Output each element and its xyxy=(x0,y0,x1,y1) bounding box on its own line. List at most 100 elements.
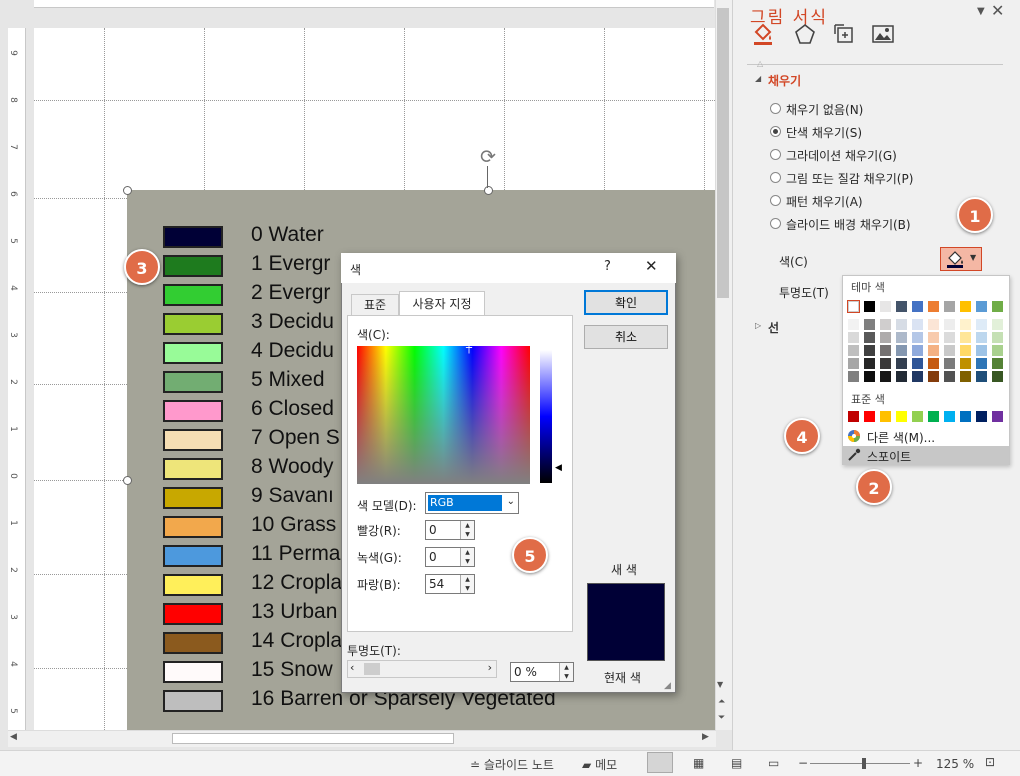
radio-picture-texture-fill[interactable] xyxy=(770,172,781,183)
theme-shade-swatch[interactable] xyxy=(992,345,1003,356)
zoom-out-icon[interactable]: − xyxy=(798,756,808,770)
zoom-slider-thumb[interactable] xyxy=(862,758,866,769)
green-spinner-icon[interactable]: ▲ ▼ xyxy=(460,548,474,566)
theme-shade-swatch[interactable] xyxy=(896,332,907,343)
slide-sorter-icon[interactable]: ▦ xyxy=(693,756,704,770)
theme-color-swatch[interactable] xyxy=(944,301,955,312)
theme-shade-swatch[interactable] xyxy=(928,345,939,356)
radio-solid-fill[interactable] xyxy=(770,126,781,137)
comments-button[interactable]: ▰ 메모 xyxy=(582,756,617,773)
theme-shade-swatch[interactable] xyxy=(944,345,955,356)
fill-color-button[interactable]: ▼ xyxy=(940,247,982,271)
scroll-right-arrow-icon[interactable]: ▶ xyxy=(702,732,709,742)
theme-shade-swatch[interactable] xyxy=(960,332,971,343)
theme-color-swatch[interactable] xyxy=(928,301,939,312)
transparency-spinner-icon[interactable]: ▲ ▼ xyxy=(559,663,573,681)
fill-section-header[interactable]: 채우기 xyxy=(768,72,801,89)
theme-color-swatch[interactable] xyxy=(847,300,860,313)
theme-shade-swatch[interactable] xyxy=(864,332,875,343)
line-section-expand-icon[interactable]: ▷ xyxy=(755,321,761,330)
dialog-help-button[interactable]: ? xyxy=(604,259,611,274)
luminance-bar[interactable] xyxy=(540,350,552,483)
standard-color-swatch[interactable] xyxy=(944,411,955,422)
theme-color-swatch[interactable] xyxy=(880,301,891,312)
pane-options-chevron-icon[interactable]: ▼ xyxy=(977,6,985,17)
normal-view-icon[interactable] xyxy=(647,752,673,773)
standard-color-swatch[interactable] xyxy=(880,411,891,422)
radio-pattern-fill[interactable] xyxy=(770,195,781,206)
theme-shade-swatch[interactable] xyxy=(912,371,923,382)
scroll-down-arrow-icon[interactable]: ▼ xyxy=(717,680,723,689)
zoom-in-icon[interactable]: + xyxy=(913,756,923,770)
spectrum-crosshair-icon[interactable]: ┼ xyxy=(466,344,480,356)
luminance-slider-arrow-icon[interactable]: ◀ xyxy=(555,463,562,473)
size-properties-tab-icon[interactable] xyxy=(831,22,857,48)
scroll-left-arrow-icon[interactable]: ◀ xyxy=(10,732,17,742)
standard-color-swatch[interactable] xyxy=(976,411,987,422)
horizontal-scroll-thumb[interactable] xyxy=(172,733,454,744)
theme-shade-swatch[interactable] xyxy=(960,345,971,356)
ok-button[interactable]: 확인 xyxy=(584,290,668,315)
standard-color-swatch[interactable] xyxy=(928,411,939,422)
theme-shade-swatch[interactable] xyxy=(912,319,923,330)
cancel-button[interactable]: 취소 xyxy=(584,325,668,349)
theme-shade-swatch[interactable] xyxy=(992,371,1003,382)
zoom-slider[interactable] xyxy=(810,763,910,764)
green-input[interactable]: 0 ▲ ▼ xyxy=(425,547,475,567)
line-section-header[interactable]: 선 xyxy=(768,319,779,336)
blue-spinner-icon[interactable]: ▲ ▼ xyxy=(460,575,474,593)
theme-shade-swatch[interactable] xyxy=(944,371,955,382)
picture-tab-icon[interactable] xyxy=(870,22,896,48)
theme-shade-swatch[interactable] xyxy=(912,358,923,369)
transparency-input[interactable]: 0 % ▲ ▼ xyxy=(510,662,574,682)
dialog-close-icon[interactable]: ✕ xyxy=(645,257,658,275)
theme-shade-swatch[interactable] xyxy=(880,345,891,356)
zoom-level[interactable]: 125 % xyxy=(936,757,974,771)
theme-shade-swatch[interactable] xyxy=(976,371,987,382)
theme-shade-swatch[interactable] xyxy=(912,332,923,343)
theme-shade-swatch[interactable] xyxy=(880,319,891,330)
theme-shade-swatch[interactable] xyxy=(944,332,955,343)
notes-button[interactable]: ≐ 슬라이드 노트 xyxy=(470,756,554,773)
previous-slide-icon[interactable]: ⏶ xyxy=(718,697,725,707)
resize-handle[interactable] xyxy=(123,476,132,485)
theme-shade-swatch[interactable] xyxy=(928,358,939,369)
eyedropper-item[interactable]: 스포이트 xyxy=(843,446,1009,465)
theme-shade-swatch[interactable] xyxy=(896,371,907,382)
reading-view-icon[interactable]: ▤ xyxy=(731,756,742,770)
theme-color-swatch[interactable] xyxy=(960,301,971,312)
theme-shade-swatch[interactable] xyxy=(992,319,1003,330)
theme-shade-swatch[interactable] xyxy=(976,345,987,356)
theme-color-swatch[interactable] xyxy=(864,301,875,312)
standard-color-swatch[interactable] xyxy=(960,411,971,422)
slideshow-icon[interactable]: ▭ xyxy=(768,756,779,770)
theme-shade-swatch[interactable] xyxy=(848,345,859,356)
theme-shade-swatch[interactable] xyxy=(928,319,939,330)
theme-shade-swatch[interactable] xyxy=(880,332,891,343)
red-input[interactable]: 0 ▲ ▼ xyxy=(425,520,475,540)
standard-color-swatch[interactable] xyxy=(864,411,875,422)
theme-shade-swatch[interactable] xyxy=(912,345,923,356)
standard-color-swatch[interactable] xyxy=(992,411,1003,422)
theme-shade-swatch[interactable] xyxy=(976,332,987,343)
theme-shade-swatch[interactable] xyxy=(880,358,891,369)
theme-shade-swatch[interactable] xyxy=(880,371,891,382)
effects-tab-icon[interactable] xyxy=(792,22,818,48)
pane-close-icon[interactable]: ✕ xyxy=(991,1,1004,20)
theme-shade-swatch[interactable] xyxy=(848,358,859,369)
resize-handle[interactable] xyxy=(484,186,493,195)
theme-shade-swatch[interactable] xyxy=(896,319,907,330)
more-colors-item[interactable]: 다른 색(M)... xyxy=(845,428,1007,446)
blue-input[interactable]: 54 ▲ ▼ xyxy=(425,574,475,594)
rotate-handle-icon[interactable]: ⟳ xyxy=(476,146,500,170)
transparency-slider-thumb[interactable] xyxy=(364,663,380,675)
vertical-scroll-thumb[interactable] xyxy=(717,8,729,298)
theme-color-swatch[interactable] xyxy=(992,301,1003,312)
next-slide-icon[interactable]: ⏷ xyxy=(718,713,725,723)
theme-shade-swatch[interactable] xyxy=(944,358,955,369)
fill-section-expand-icon[interactable]: ◢ xyxy=(755,74,761,83)
theme-shade-swatch[interactable] xyxy=(848,332,859,343)
radio-gradient-fill[interactable] xyxy=(770,149,781,160)
theme-color-swatch[interactable] xyxy=(976,301,987,312)
red-spinner-icon[interactable]: ▲ ▼ xyxy=(460,521,474,539)
